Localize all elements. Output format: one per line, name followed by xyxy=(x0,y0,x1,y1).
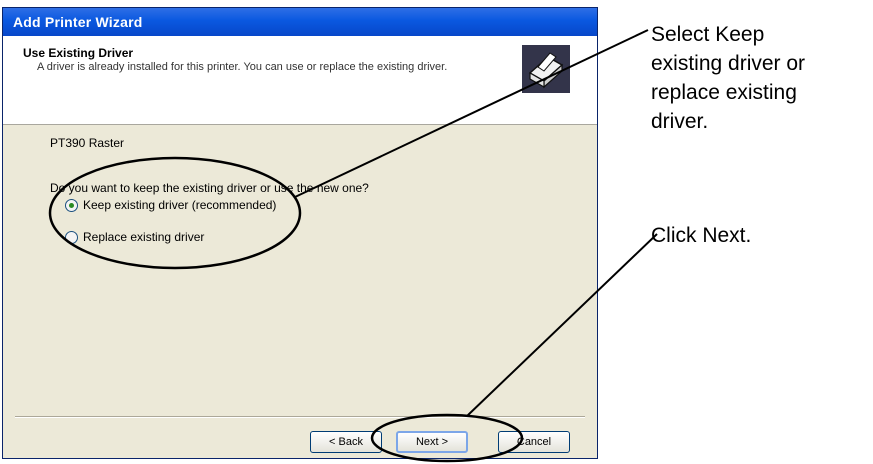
printer-name-label: PT390 Raster xyxy=(50,136,125,150)
header-title: Use Existing Driver xyxy=(23,46,134,60)
instruction-line: replace existing xyxy=(651,81,797,104)
driver-question-label: Do you want to keep the existing driver … xyxy=(50,181,369,195)
select-keep-instruction: Select Keep existing driver or replace e… xyxy=(651,20,805,136)
back-button[interactable]: < Back xyxy=(310,431,382,453)
instruction-line: Select Keep xyxy=(651,23,765,46)
replace-driver-label[interactable]: Replace existing driver xyxy=(83,230,204,244)
header-subtitle: A driver is already installed for this p… xyxy=(37,61,448,73)
next-button[interactable]: Next > xyxy=(396,431,468,453)
button-separator xyxy=(15,416,585,418)
wizard-header: Use Existing Driver A driver is already … xyxy=(3,36,597,125)
click-next-instruction: Click Next. xyxy=(651,224,752,247)
instruction-line: driver. xyxy=(651,110,709,133)
keep-driver-option[interactable]: Keep existing driver (recommended) xyxy=(65,198,276,212)
window-title: Add Printer Wizard xyxy=(13,14,143,30)
title-bar: Add Printer Wizard xyxy=(3,8,597,36)
instruction-line: existing driver or xyxy=(651,52,806,75)
add-printer-wizard-window: Add Printer Wizard Use Existing Driver A… xyxy=(2,7,598,459)
cancel-button[interactable]: Cancel xyxy=(498,431,570,453)
keep-driver-label[interactable]: Keep existing driver (recommended) xyxy=(83,198,276,212)
radio-selected-icon[interactable] xyxy=(65,198,78,212)
radio-unselected-icon[interactable] xyxy=(65,230,78,244)
printer-wizard-icon xyxy=(522,45,570,93)
replace-driver-option[interactable]: Replace existing driver xyxy=(65,230,204,244)
